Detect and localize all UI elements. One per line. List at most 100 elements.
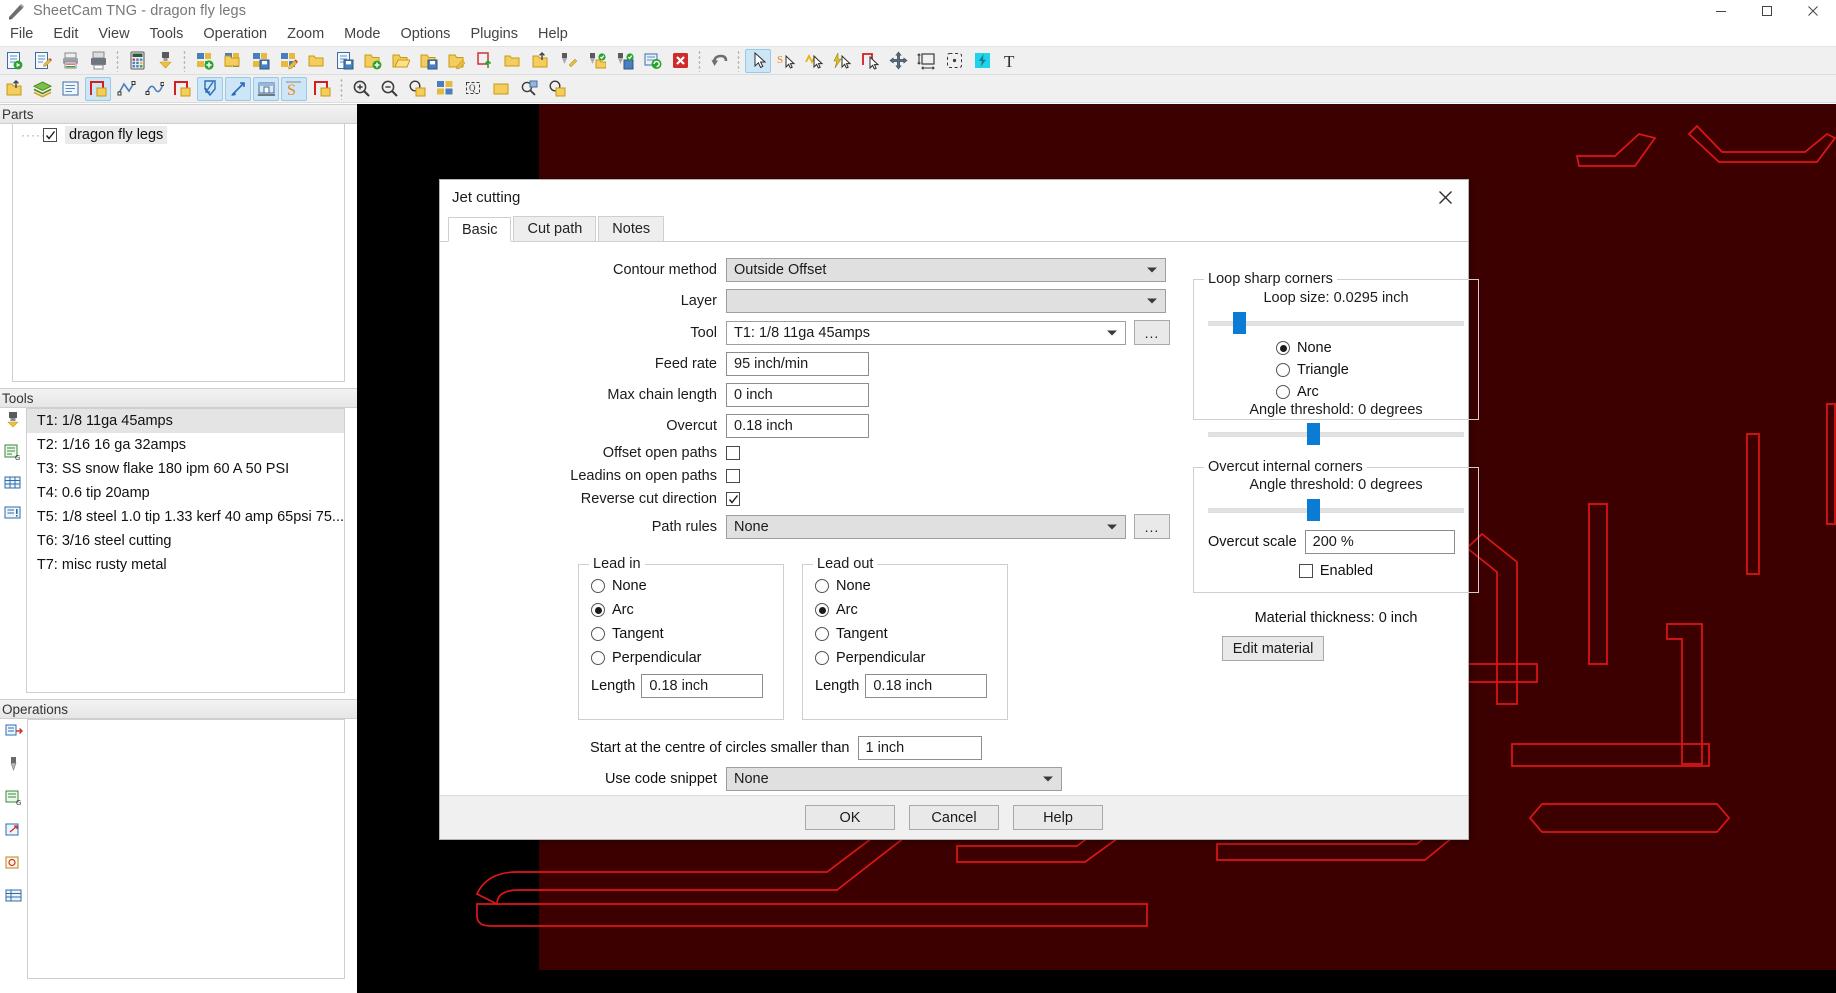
menu-tools[interactable]: Tools bbox=[140, 23, 194, 45]
fast-pointer-icon[interactable] bbox=[829, 49, 855, 73]
leadins-on-open-paths-checkbox[interactable] bbox=[726, 469, 740, 483]
tool-select[interactable]: T1: 1/8 11ga 45amps bbox=[726, 320, 1126, 345]
zoom-out-icon[interactable] bbox=[376, 77, 402, 101]
tab-cut-path[interactable]: Cut path bbox=[513, 216, 597, 241]
tool-save-icon[interactable] bbox=[611, 49, 637, 73]
gcode-icon[interactable]: G bbox=[3, 443, 23, 465]
lead-out-option-perpendicular[interactable]: Perpendicular bbox=[815, 650, 1007, 666]
machine-setup-icon[interactable] bbox=[253, 76, 279, 101]
plasma-icon[interactable] bbox=[969, 49, 995, 73]
maximize-button[interactable] bbox=[1744, 0, 1790, 22]
zoom-extents-icon[interactable] bbox=[516, 77, 542, 101]
menu-mode[interactable]: Mode bbox=[334, 23, 390, 45]
tool-open-icon[interactable] bbox=[583, 49, 609, 73]
new-job-icon[interactable] bbox=[191, 49, 217, 73]
tab-basic[interactable]: Basic bbox=[448, 217, 512, 242]
marker-op-icon[interactable] bbox=[4, 855, 24, 875]
zoom-part-icon[interactable] bbox=[544, 77, 570, 101]
overcut-enabled-checkbox[interactable] bbox=[1298, 564, 1313, 578]
lead-in-option-tangent[interactable]: Tangent bbox=[591, 626, 783, 642]
menu-file[interactable]: File bbox=[0, 23, 43, 45]
table-icon[interactable] bbox=[3, 475, 23, 495]
export-icon[interactable] bbox=[527, 49, 553, 73]
jet-cutting-icon[interactable] bbox=[197, 76, 223, 101]
loop-corner-option-none[interactable]: None bbox=[1276, 340, 1464, 356]
loop-size-slider[interactable] bbox=[1208, 312, 1464, 334]
zoom-fit-icon[interactable] bbox=[404, 77, 430, 101]
overcut-input[interactable]: 0.18 inch bbox=[726, 414, 869, 438]
tool-list-item[interactable]: T3: SS snow flake 180 ipm 60 A 50 PSI bbox=[27, 457, 344, 481]
select-pointer-icon[interactable] bbox=[745, 48, 771, 73]
offset-open-paths-checkbox[interactable] bbox=[726, 446, 740, 460]
lead-in-option-arc[interactable]: Arc bbox=[591, 602, 783, 618]
lead-out-option-none[interactable]: None bbox=[815, 578, 1007, 594]
open-folder-icon[interactable] bbox=[303, 49, 329, 73]
slider-thumb[interactable] bbox=[1306, 423, 1320, 445]
polyline-tool-icon[interactable] bbox=[113, 77, 139, 101]
menu-view[interactable]: View bbox=[88, 23, 139, 45]
tools-list[interactable]: T1: 1/8 11ga 45amps T2: 1/16 16 ga 32amps… bbox=[26, 408, 345, 693]
lead-out-option-tangent[interactable]: Tangent bbox=[815, 626, 1007, 642]
info-icon[interactable] bbox=[3, 505, 23, 525]
measure-icon[interactable] bbox=[913, 49, 939, 73]
tool-list-item[interactable]: T4: 0.6 tip 20amp bbox=[27, 481, 344, 505]
parts-tree-row[interactable]: ····· dragon fly legs bbox=[13, 124, 344, 146]
drill-icon[interactable] bbox=[4, 756, 24, 776]
slider-thumb[interactable] bbox=[1232, 312, 1246, 334]
snap-pointer-icon[interactable]: S bbox=[773, 49, 799, 73]
operations-list[interactable] bbox=[28, 719, 345, 979]
tab-notes[interactable]: Notes bbox=[598, 216, 665, 241]
move-icon[interactable] bbox=[885, 49, 911, 73]
table-op-icon[interactable] bbox=[4, 888, 24, 908]
shape-pointer-icon[interactable] bbox=[857, 49, 883, 73]
edit-part-icon[interactable] bbox=[443, 49, 469, 73]
tool-browse-button[interactable]: ... bbox=[1134, 320, 1170, 345]
tool-list-item[interactable]: T7: misc rusty metal bbox=[27, 553, 344, 577]
export-table-icon[interactable] bbox=[1, 77, 27, 101]
part-folder-icon[interactable] bbox=[499, 49, 525, 73]
tool-list-item[interactable]: T6: 3/16 steel cutting bbox=[27, 529, 344, 553]
tool-list-item[interactable]: T1: 1/8 11ga 45amps bbox=[26, 409, 344, 433]
reverse-cut-direction-checkbox[interactable] bbox=[726, 492, 740, 506]
delete-icon[interactable] bbox=[667, 49, 693, 73]
loop-corner-option-arc[interactable]: Arc bbox=[1276, 384, 1464, 400]
refresh-icon[interactable] bbox=[639, 49, 665, 73]
save-job-icon[interactable] bbox=[247, 49, 273, 73]
tool-list-item[interactable]: T5: 1/8 steel 1.0 tip 1.33 kerf 40 amp 6… bbox=[27, 505, 344, 529]
lead-in-option-none[interactable]: None bbox=[591, 578, 783, 594]
edit-document-icon[interactable] bbox=[29, 49, 55, 73]
cancel-button[interactable]: Cancel bbox=[909, 805, 999, 830]
leadin-tool-icon[interactable] bbox=[225, 76, 251, 101]
lead-out-option-arc[interactable]: Arc bbox=[815, 602, 1007, 618]
start-centre-input[interactable]: 1 inch bbox=[857, 736, 982, 760]
tool-list-item[interactable]: T2: 1/16 16 ga 32amps bbox=[27, 433, 344, 457]
print-icon[interactable] bbox=[57, 49, 83, 73]
undo-icon[interactable] bbox=[706, 49, 732, 73]
contour-icon[interactable] bbox=[309, 77, 335, 101]
part-visibility-checkbox[interactable] bbox=[43, 128, 57, 142]
gcode-op-icon[interactable]: G bbox=[4, 789, 24, 809]
move-op-icon[interactable] bbox=[4, 822, 24, 842]
import-part-icon[interactable] bbox=[471, 49, 497, 73]
printer-setup-icon[interactable] bbox=[85, 49, 111, 73]
bounding-box-icon[interactable] bbox=[941, 49, 967, 73]
feed-rate-input[interactable]: 95 inch/min bbox=[726, 352, 869, 376]
tool-icon[interactable] bbox=[3, 411, 23, 433]
menu-edit[interactable]: Edit bbox=[43, 23, 88, 45]
code-snippet-select[interactable]: None bbox=[726, 767, 1062, 791]
lead-in-length-input[interactable]: 0.18 inch bbox=[641, 674, 764, 698]
open-part-icon[interactable] bbox=[387, 49, 413, 73]
zoom-in-icon[interactable] bbox=[348, 77, 374, 101]
lead-out-length-input[interactable]: 0.18 inch bbox=[865, 674, 988, 698]
run-post-processor-icon[interactable] bbox=[1, 49, 27, 73]
overcut-angle-threshold-slider[interactable] bbox=[1208, 499, 1464, 521]
menu-plugins[interactable]: Plugins bbox=[460, 23, 528, 45]
zoom-selection-icon[interactable] bbox=[432, 77, 458, 101]
contour-method-select[interactable]: Outside Offset bbox=[726, 258, 1166, 282]
slider-thumb[interactable] bbox=[1306, 499, 1320, 521]
help-button[interactable]: Help bbox=[1013, 805, 1103, 830]
spline-tool-icon[interactable] bbox=[141, 77, 167, 101]
menu-zoom[interactable]: Zoom bbox=[277, 23, 334, 45]
menu-help[interactable]: Help bbox=[528, 23, 578, 45]
path-rules-browse-button[interactable]: ... bbox=[1134, 514, 1170, 539]
